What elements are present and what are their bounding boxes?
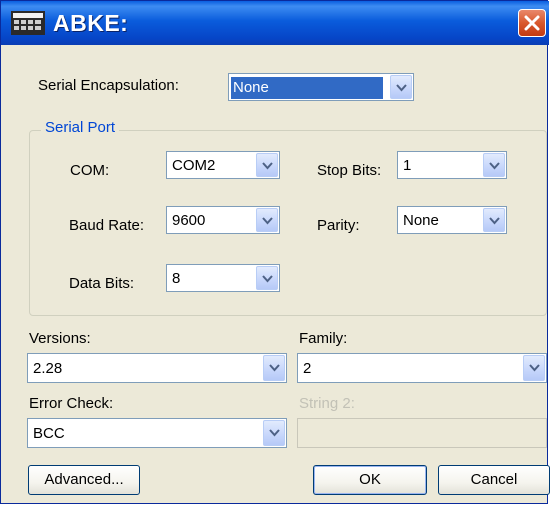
versions-label: Versions: (29, 330, 91, 347)
parity-select[interactable]: None (397, 206, 507, 234)
chevron-down-icon (262, 217, 273, 225)
baud-rate-value: 9600 (172, 212, 206, 229)
family-value: 2 (303, 360, 312, 377)
family-label: Family: (299, 330, 348, 347)
baud-rate-label: Baud Rate: (69, 217, 145, 234)
error-check-select[interactable]: BCC (27, 418, 287, 448)
chevron-down-icon (396, 84, 407, 92)
chevron-down-icon (262, 162, 273, 170)
chevron-down-icon (269, 364, 280, 372)
cancel-button[interactable]: Cancel (438, 465, 550, 495)
dropdown-arrow-button[interactable] (256, 153, 278, 177)
dropdown-arrow-button[interactable] (483, 153, 505, 177)
com-select[interactable]: COM2 (166, 151, 280, 179)
parity-label: Parity: (317, 217, 360, 234)
encapsulation-value: None (231, 77, 383, 99)
com-value: COM2 (172, 157, 216, 174)
error-check-value: BCC (33, 425, 65, 442)
ok-button[interactable]: OK (313, 465, 427, 495)
family-select[interactable]: 2 (297, 353, 547, 383)
chevron-down-icon (489, 162, 500, 170)
versions-value: 2.28 (33, 360, 63, 377)
dropdown-arrow-button[interactable] (263, 420, 285, 446)
close-button[interactable] (518, 9, 546, 37)
data-bits-label: Data Bits: (69, 275, 135, 292)
chevron-down-icon (269, 429, 280, 437)
close-icon (524, 15, 540, 31)
com-label: COM: (70, 162, 110, 179)
data-bits-select[interactable]: 8 (166, 264, 280, 292)
advanced-button[interactable]: Advanced... (28, 465, 140, 495)
serial-port-group-title: Serial Port (41, 118, 120, 138)
stop-bits-select[interactable]: 1 (397, 151, 507, 179)
dropdown-arrow-button[interactable] (263, 355, 285, 381)
data-bits-value: 8 (172, 270, 181, 287)
stop-bits-label: Stop Bits: (317, 162, 382, 179)
chevron-down-icon (529, 364, 540, 372)
title-bar[interactable]: ABKE: (1, 1, 549, 45)
chevron-down-icon (262, 275, 273, 283)
dropdown-arrow-button[interactable] (256, 266, 278, 290)
grid-app-icon (11, 11, 45, 35)
window-title: ABKE: (53, 10, 129, 36)
dialog-window: ABKE: Serial Encapsulation: None Serial … (0, 0, 550, 504)
dropdown-arrow-button[interactable] (523, 355, 545, 381)
chevron-down-icon (489, 217, 500, 225)
error-check-label: Error Check: (29, 395, 114, 412)
encapsulation-select[interactable]: None (228, 73, 414, 101)
versions-select[interactable]: 2.28 (27, 353, 287, 383)
dropdown-arrow-button[interactable] (256, 208, 278, 232)
stop-bits-value: 1 (403, 157, 412, 174)
parity-value: None (403, 212, 439, 229)
dropdown-arrow-button[interactable] (390, 75, 412, 99)
string2-field (297, 418, 547, 448)
dropdown-arrow-button[interactable] (483, 208, 505, 232)
string2-label: String 2: (299, 395, 355, 412)
encapsulation-label: Serial Encapsulation: (38, 77, 179, 94)
baud-rate-select[interactable]: 9600 (166, 206, 280, 234)
